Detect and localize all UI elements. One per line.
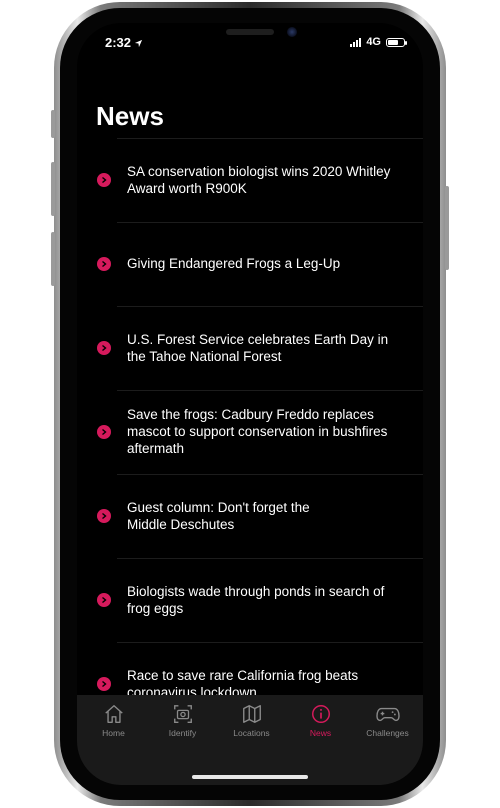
home-icon: [104, 705, 123, 723]
power-button: [445, 186, 449, 270]
network-label: 4G: [366, 36, 381, 48]
speaker-grille: [226, 29, 274, 35]
chevron-right-icon: [97, 341, 111, 355]
signal-icon: [350, 37, 362, 47]
home-indicator[interactable]: [192, 775, 308, 779]
news-item[interactable]: SA conservation biologist wins 2020 Whit…: [97, 138, 423, 222]
battery-icon: [386, 37, 407, 47]
news-title: SA conservation biologist wins 2020 Whit…: [127, 164, 391, 196]
news-title: Giving Endangered Frogs a Leg-Up: [127, 256, 341, 271]
page-title: News: [96, 101, 164, 131]
volume-down-button: [51, 232, 55, 286]
silent-switch: [51, 110, 55, 138]
news-item[interactable]: Guest column: Don't forget the Middle De…: [97, 474, 423, 558]
gamepad-icon: [375, 707, 400, 722]
location-arrow-icon: [134, 36, 143, 51]
tab-challenges-label: Challenges: [366, 728, 409, 738]
volume-up-button: [51, 162, 55, 216]
tab-home[interactable]: Home: [79, 703, 148, 738]
tab-challenges[interactable]: Challenges: [353, 703, 422, 738]
camera-scan-icon: [173, 705, 192, 723]
screen: 2:32 4G News SA conservation biologist w…: [77, 23, 423, 785]
tab-identify[interactable]: Identify: [148, 703, 217, 738]
chevron-right-icon: [97, 257, 111, 271]
news-item[interactable]: Giving Endangered Frogs a Leg-Up: [97, 222, 423, 306]
tab-locations-label: Locations: [233, 728, 270, 738]
news-item[interactable]: U.S. Forest Service celebrates Earth Day…: [97, 306, 423, 390]
front-camera: [287, 27, 297, 37]
status-indicators: 4G: [350, 36, 407, 48]
chevron-right-icon: [97, 677, 111, 691]
news-title: Biologists wade through ponds in search …: [127, 584, 385, 616]
map-icon: [242, 705, 261, 723]
info-icon: [311, 705, 330, 723]
chevron-right-icon: [97, 173, 111, 187]
tab-home-label: Home: [102, 728, 125, 738]
tab-bar: Home Identify Locations News Challenges: [77, 695, 423, 785]
chevron-right-icon: [97, 593, 111, 607]
news-title: Guest column: Don't forget the Middle De…: [127, 500, 310, 532]
news-title: Save the frogs: Cadbury Freddo replaces …: [127, 407, 388, 456]
tab-locations[interactable]: Locations: [217, 703, 286, 738]
tab-news-label: News: [309, 728, 332, 738]
tab-identify-label: Identify: [168, 728, 197, 738]
news-item[interactable]: Save the frogs: Cadbury Freddo replaces …: [97, 390, 423, 474]
news-title: U.S. Forest Service celebrates Earth Day…: [127, 332, 389, 364]
news-item[interactable]: Biologists wade through ponds in search …: [97, 558, 423, 642]
tab-news[interactable]: News: [286, 703, 355, 738]
status-time: 2:32: [105, 35, 143, 51]
chevron-right-icon: [97, 509, 111, 523]
chevron-right-icon: [97, 425, 111, 439]
news-list: SA conservation biologist wins 2020 Whit…: [77, 138, 423, 726]
status-time-text: 2:32: [105, 35, 132, 50]
